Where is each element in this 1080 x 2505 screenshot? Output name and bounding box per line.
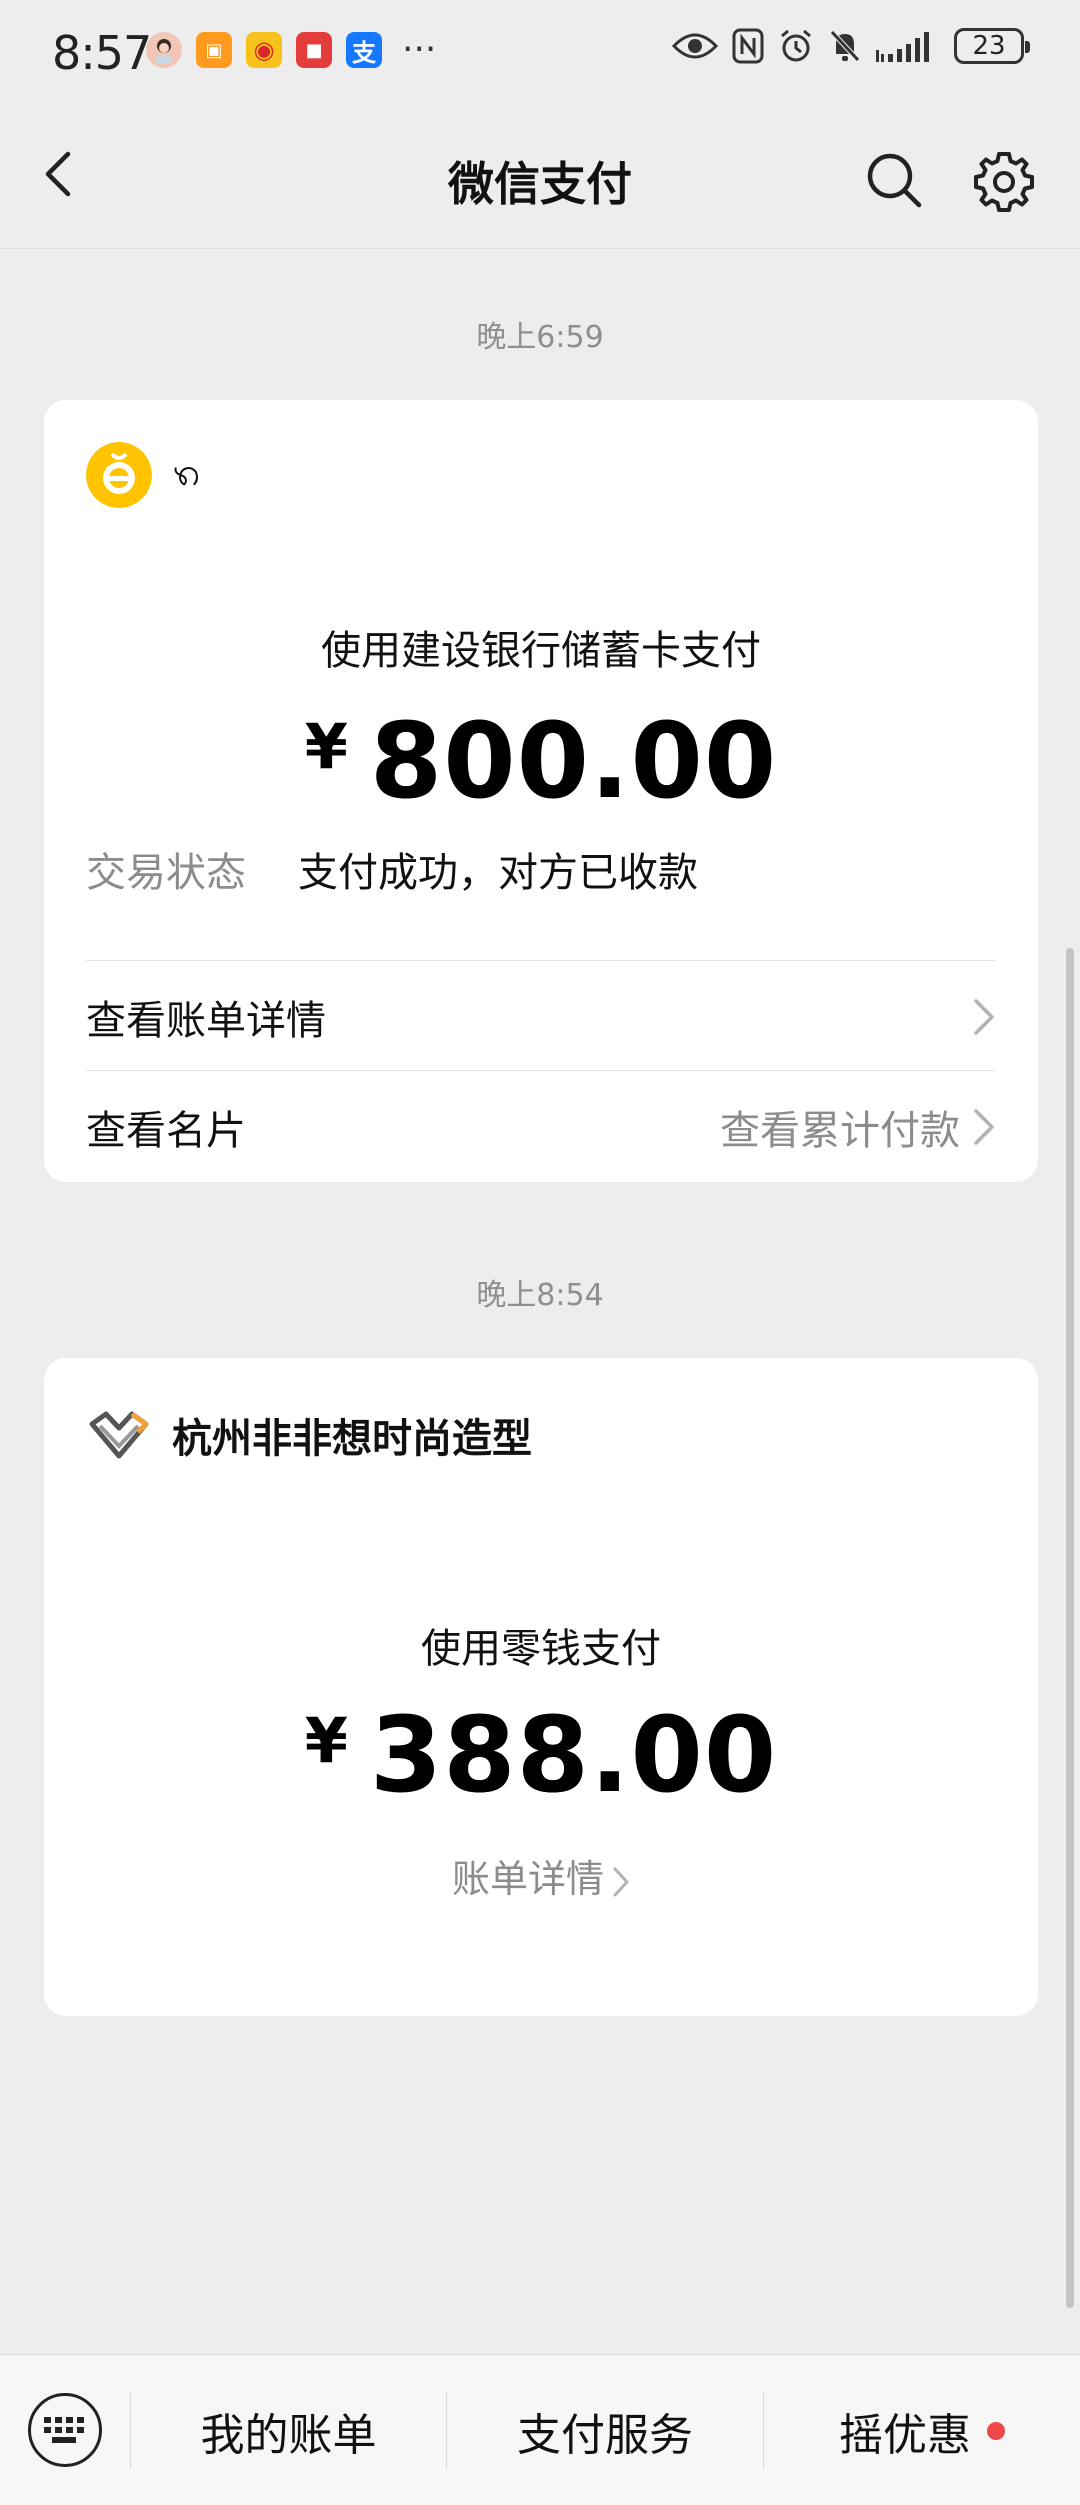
view-card-label: 查看名片 (86, 1108, 246, 1154)
avatar-app-icon (146, 32, 182, 68)
alipay-glyph: 支 (352, 38, 376, 67)
chevron-right-icon (613, 1867, 629, 1896)
bill-detail-link[interactable]: 账单详情 (44, 1848, 1038, 1903)
search-icon[interactable] (864, 150, 924, 210)
alarm-icon (781, 29, 811, 62)
merchant-row[interactable]: 杭州非非想时尚造型 (86, 1402, 532, 1468)
status-label: 交易状态 (86, 850, 246, 896)
payment-amount: ¥388.00 (44, 1694, 1038, 1816)
amount-value: 800.00 (369, 700, 778, 822)
merchant-name: 杭州非非想时尚造型 (172, 1416, 532, 1462)
payment-amount: ¥800.00 (44, 700, 1038, 822)
status-bar: 8:57 ▣ ◉ ■ 支 ··· 23 (0, 0, 1080, 100)
shake-discount-button[interactable]: 摇优惠 (764, 2393, 1080, 2469)
divider (86, 960, 996, 961)
view-card-row[interactable]: 查看名片 查看累计付款 (86, 1072, 996, 1182)
keyboard-icon (44, 2417, 84, 2443)
transaction-card-2[interactable]: 杭州非非想时尚造型 使用零钱支付 ¥388.00 账单详情 (44, 1358, 1038, 2016)
divider (86, 1070, 996, 1071)
transaction-card-1[interactable]: ꩫ 使用建设银行储蓄卡支付 ¥800.00 交易状态 支付成功，对方已收款 查看… (44, 400, 1038, 1182)
red-book-glyph: ■ (305, 39, 323, 61)
currency-symbol: ¥ (304, 710, 348, 783)
mute-bell-icon (830, 30, 860, 62)
view-bill-detail-label: 查看账单详情 (86, 998, 326, 1044)
nav-bar: 微信支付 (0, 100, 1080, 249)
amount-value: 388.00 (369, 1694, 778, 1816)
taobao-glyph: ▣ (205, 39, 223, 61)
weibo-icon: ◉ (246, 32, 282, 68)
view-bill-detail-row[interactable]: 查看账单详情 (86, 962, 996, 1072)
chevron-right-icon (974, 999, 994, 1035)
keyboard-toggle-button[interactable] (28, 2393, 102, 2467)
notification-dot (987, 2422, 1005, 2440)
alipay-icon: 支 (346, 32, 382, 68)
settings-gear-icon[interactable] (972, 150, 1036, 214)
nfc-icon (732, 28, 764, 64)
battery-indicator: 23 (954, 28, 1030, 64)
my-bills-label: 我的账单 (200, 2410, 377, 2461)
chevron-right-icon (974, 1109, 994, 1145)
system-icons: 23 (672, 28, 1030, 64)
eye-icon (672, 33, 718, 59)
merchant-avatar-icon (86, 442, 152, 508)
currency-symbol: ¥ (304, 1704, 348, 1777)
battery-level: 23 (972, 31, 1006, 61)
payment-method: 使用建设银行储蓄卡支付 (321, 628, 761, 674)
transaction-time-1: 晚上6:59 (476, 320, 604, 355)
transaction-time-2: 晚上8:54 (476, 1278, 604, 1313)
scrollbar[interactable] (1066, 948, 1074, 2308)
weibo-glyph: ◉ (253, 36, 275, 64)
payment-method: 使用零钱支付 (421, 1626, 661, 1672)
view-cumulative-payment-label: 查看累计付款 (720, 1108, 960, 1154)
shake-discount-label: 摇优惠 (839, 2410, 971, 2461)
more-notifications-icon: ··· (402, 29, 437, 70)
signal-icon (876, 32, 929, 62)
bottom-bar: 我的账单 支付服务 摇优惠 (0, 2354, 1080, 2505)
bill-detail-label: 账单详情 (451, 1857, 604, 1901)
payment-services-label: 支付服务 (517, 2410, 693, 2461)
merchant-logo-icon (89, 1411, 149, 1459)
my-bills-button[interactable]: 我的账单 (131, 2393, 446, 2469)
payment-services-button[interactable]: 支付服务 (447, 2393, 763, 2469)
merchant-name: ꩫ (172, 448, 200, 495)
transaction-status-row: 交易状态 支付成功，对方已收款 (86, 840, 698, 898)
red-book-icon: ■ (296, 32, 332, 68)
status-time: 8:57 (52, 26, 152, 80)
status-value: 支付成功，对方已收款 (298, 850, 698, 896)
merchant-row[interactable]: ꩫ (86, 442, 200, 508)
taobao-icon: ▣ (196, 32, 232, 68)
notification-icons: ▣ ◉ ■ 支 ··· (146, 32, 436, 68)
